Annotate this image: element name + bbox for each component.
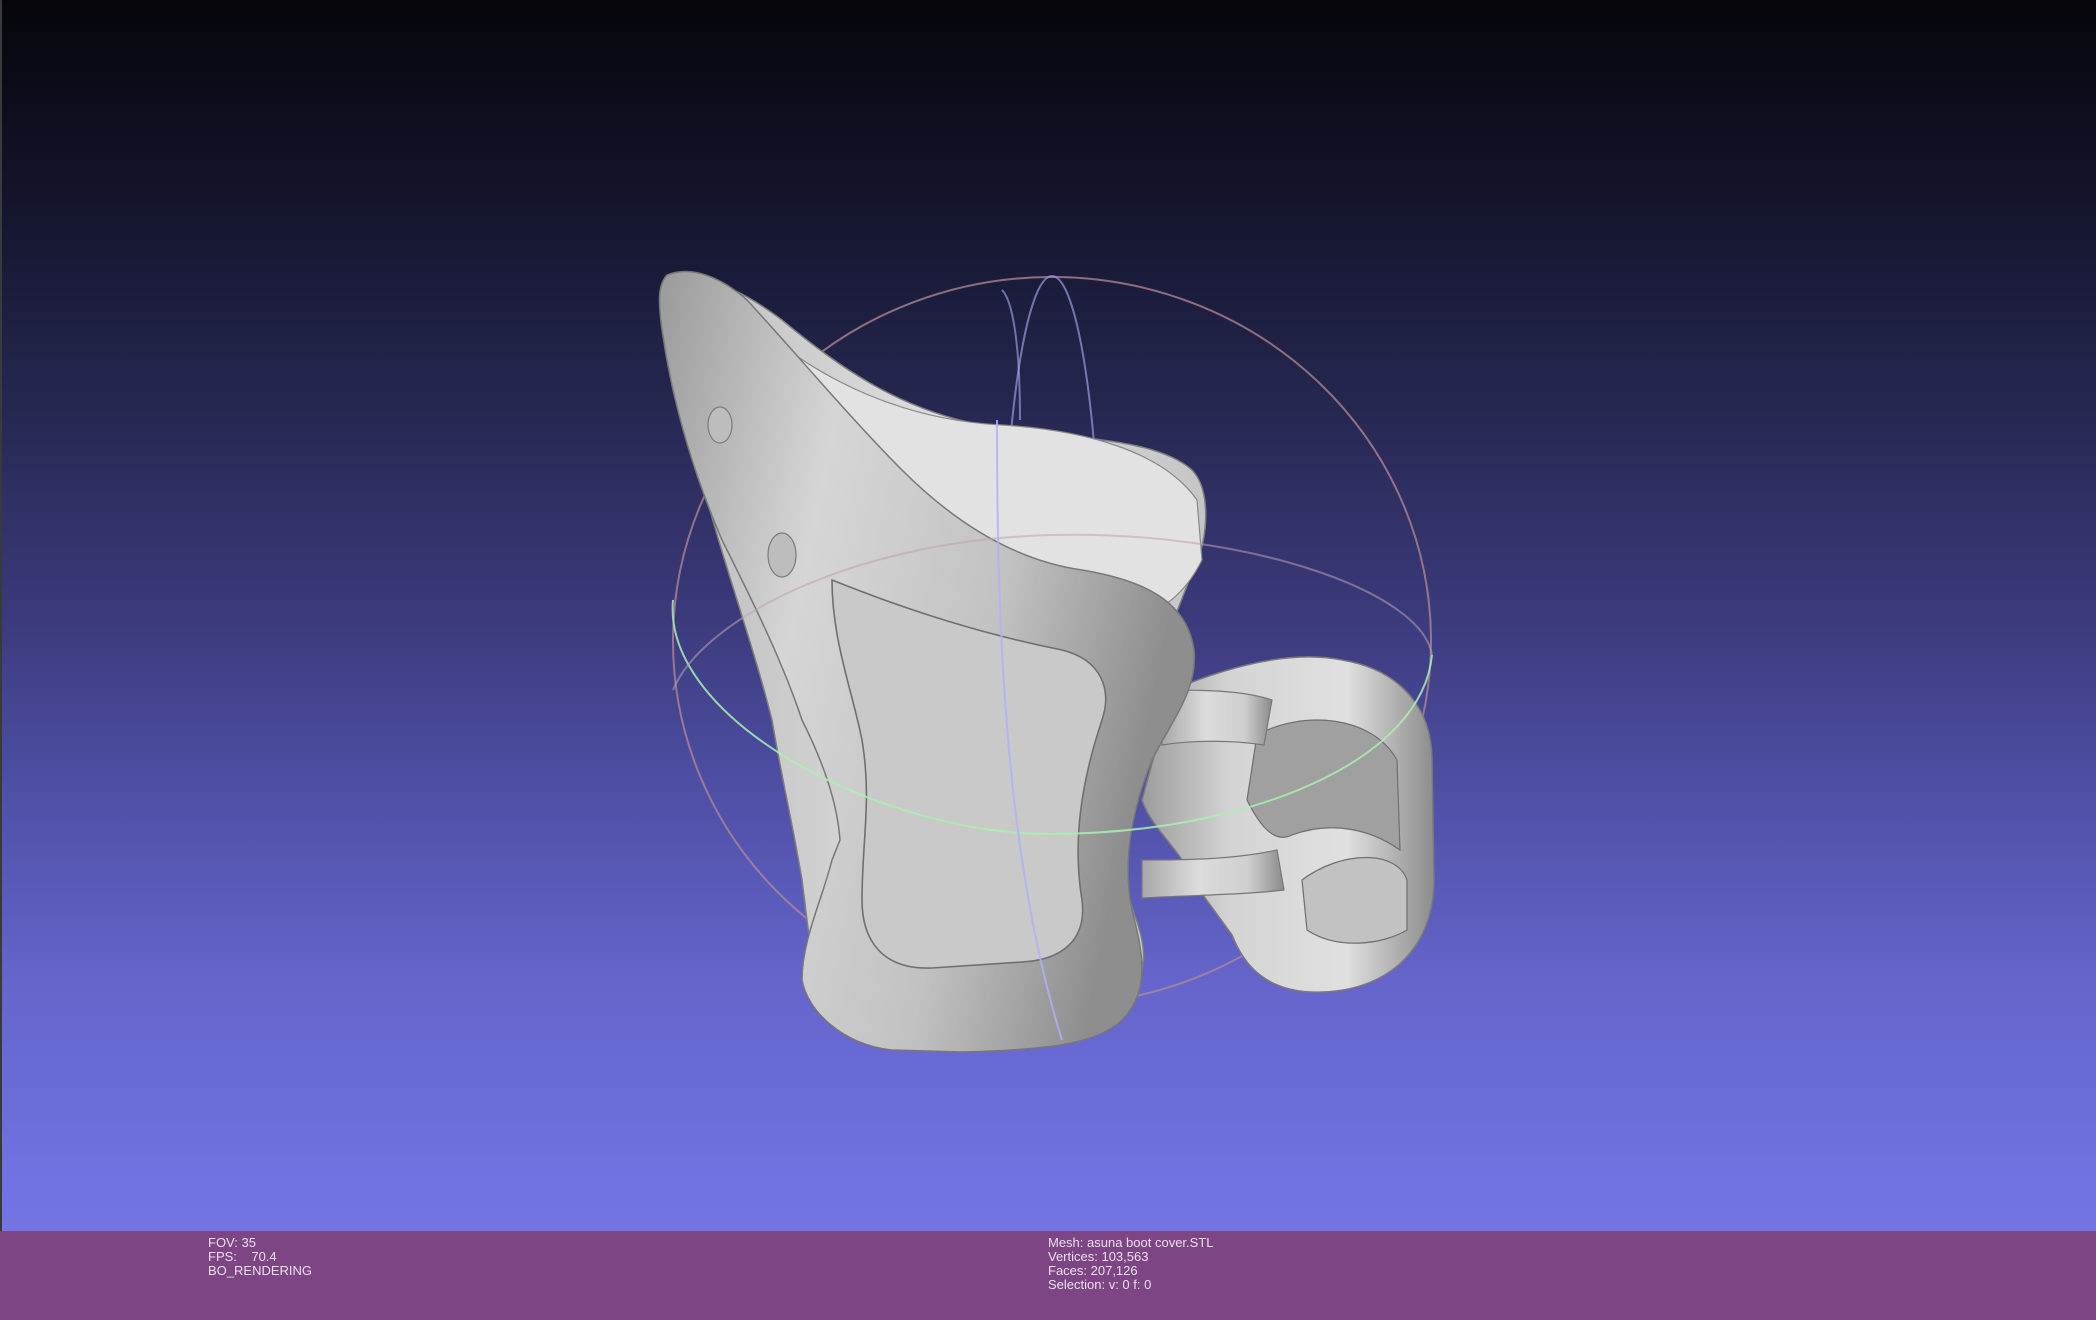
scene-canvas[interactable]: [2, 0, 2096, 1231]
faces-label: Faces: 207,126: [1048, 1263, 1138, 1278]
meshlab-window: FOV: 35 FPS: 70.4 BO_RENDERING Mesh: asu…: [0, 0, 2096, 1320]
fov-label: FOV: 35: [208, 1235, 256, 1250]
fps-label: FPS: 70.4: [208, 1249, 277, 1264]
vertices-label: Vertices: 103,563: [1048, 1249, 1149, 1264]
3d-viewport[interactable]: [0, 0, 2096, 1231]
mesh-model[interactable]: [658, 270, 1435, 1053]
mesh-rear-ring-slot: [1301, 856, 1408, 944]
selection-label: Selection: v: 0 f: 0: [1048, 1277, 1152, 1292]
mesh-side-knob-top: [707, 406, 733, 444]
render-mode-label: BO_RENDERING: [208, 1263, 313, 1278]
render-info: FOV: 35 FPS: 70.4 BO_RENDERING: [208, 1236, 312, 1278]
mesh-side-knob-bottom: [767, 532, 797, 578]
status-bar: FOV: 35 FPS: 70.4 BO_RENDERING Mesh: asu…: [0, 1231, 2096, 1320]
mesh-name-label: Mesh: asuna boot cover.STL: [1048, 1235, 1214, 1250]
mesh-info: Mesh: asuna boot cover.STL Vertices: 103…: [1048, 1236, 1213, 1292]
